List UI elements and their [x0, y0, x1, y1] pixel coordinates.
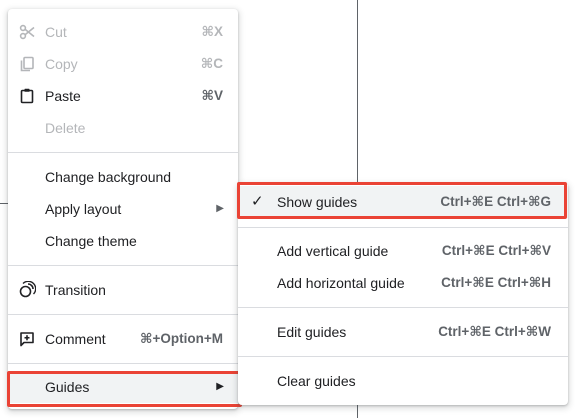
menu-item-edit-guides[interactable]: Edit guides Ctrl+⌘E Ctrl+⌘W [238, 316, 568, 348]
scissors-icon [18, 23, 36, 41]
menu-divider [238, 356, 568, 357]
menu-item-change-theme[interactable]: Change theme [8, 225, 238, 257]
menu-item-label: Edit guides [277, 324, 347, 340]
menu-item-paste[interactable]: Paste ⌘V [8, 80, 238, 112]
shortcut-text: ⌘X [201, 24, 223, 39]
menu-item-delete[interactable]: Delete [8, 112, 238, 144]
annotation-highlight-box [237, 182, 567, 219]
shortcut-text: ⌘+Option+M [139, 331, 223, 346]
menu-divider [8, 363, 238, 364]
slide-guide-vertical-line [357, 0, 358, 182]
annotation-highlight-box [7, 371, 242, 407]
menu-item-label: Apply layout [45, 201, 122, 217]
shortcut-text: ⌘V [201, 88, 223, 103]
menu-item-label: Change theme [45, 233, 137, 249]
menu-item-add-horizontal-guide[interactable]: Add horizontal guide Ctrl+⌘E Ctrl+⌘H [238, 267, 568, 299]
shortcut-text: Ctrl+⌘E Ctrl+⌘W [438, 324, 551, 339]
menu-item-cut[interactable]: Cut ⌘X [8, 16, 238, 48]
menu-item-label: Comment [45, 331, 106, 347]
copy-icon [18, 55, 36, 73]
guides-submenu: ✓ Show guides Ctrl+⌘E Ctrl+⌘G Add vertic… [237, 182, 568, 405]
menu-item-copy[interactable]: Copy ⌘C [8, 48, 238, 80]
menu-divider [8, 152, 238, 153]
menu-item-apply-layout[interactable]: Apply layout ▶ [8, 193, 238, 225]
menu-item-label: Copy [45, 56, 78, 72]
menu-item-comment[interactable]: Comment ⌘+Option+M [8, 323, 238, 355]
shortcut-text: ⌘C [200, 56, 223, 71]
shortcut-text: Ctrl+⌘E Ctrl+⌘V [441, 243, 551, 258]
menu-item-change-background[interactable]: Change background [8, 161, 238, 193]
menu-divider [8, 314, 238, 315]
transition-icon [18, 281, 36, 299]
menu-item-label: Transition [45, 282, 106, 298]
menu-divider [238, 307, 568, 308]
menu-item-label: Clear guides [277, 373, 356, 389]
clipboard-icon [18, 87, 36, 105]
menu-item-label: Delete [45, 120, 86, 136]
menu-item-label: Add vertical guide [277, 243, 389, 259]
shortcut-text: Ctrl+⌘E Ctrl+⌘H [441, 275, 551, 290]
menu-item-label: Paste [45, 88, 81, 104]
menu-divider [238, 227, 568, 228]
menu-item-add-vertical-guide[interactable]: Add vertical guide Ctrl+⌘E Ctrl+⌘V [238, 235, 568, 267]
menu-item-label: Change background [45, 169, 172, 185]
add-comment-icon [18, 330, 36, 348]
menu-divider [8, 265, 238, 266]
context-menu: Cut ⌘X Copy ⌘C Paste ⌘V Delete Change ba… [7, 9, 242, 409]
menu-item-label: Add horizontal guide [277, 275, 405, 291]
submenu-arrow-icon: ▶ [216, 203, 224, 214]
slide-guide-vertical-line-bottom [357, 405, 358, 418]
menu-item-clear-guides[interactable]: Clear guides [238, 365, 568, 397]
slide-guide-horizontal-line [0, 203, 8, 204]
menu-item-transition[interactable]: Transition [8, 274, 238, 306]
menu-item-label: Cut [45, 24, 67, 40]
